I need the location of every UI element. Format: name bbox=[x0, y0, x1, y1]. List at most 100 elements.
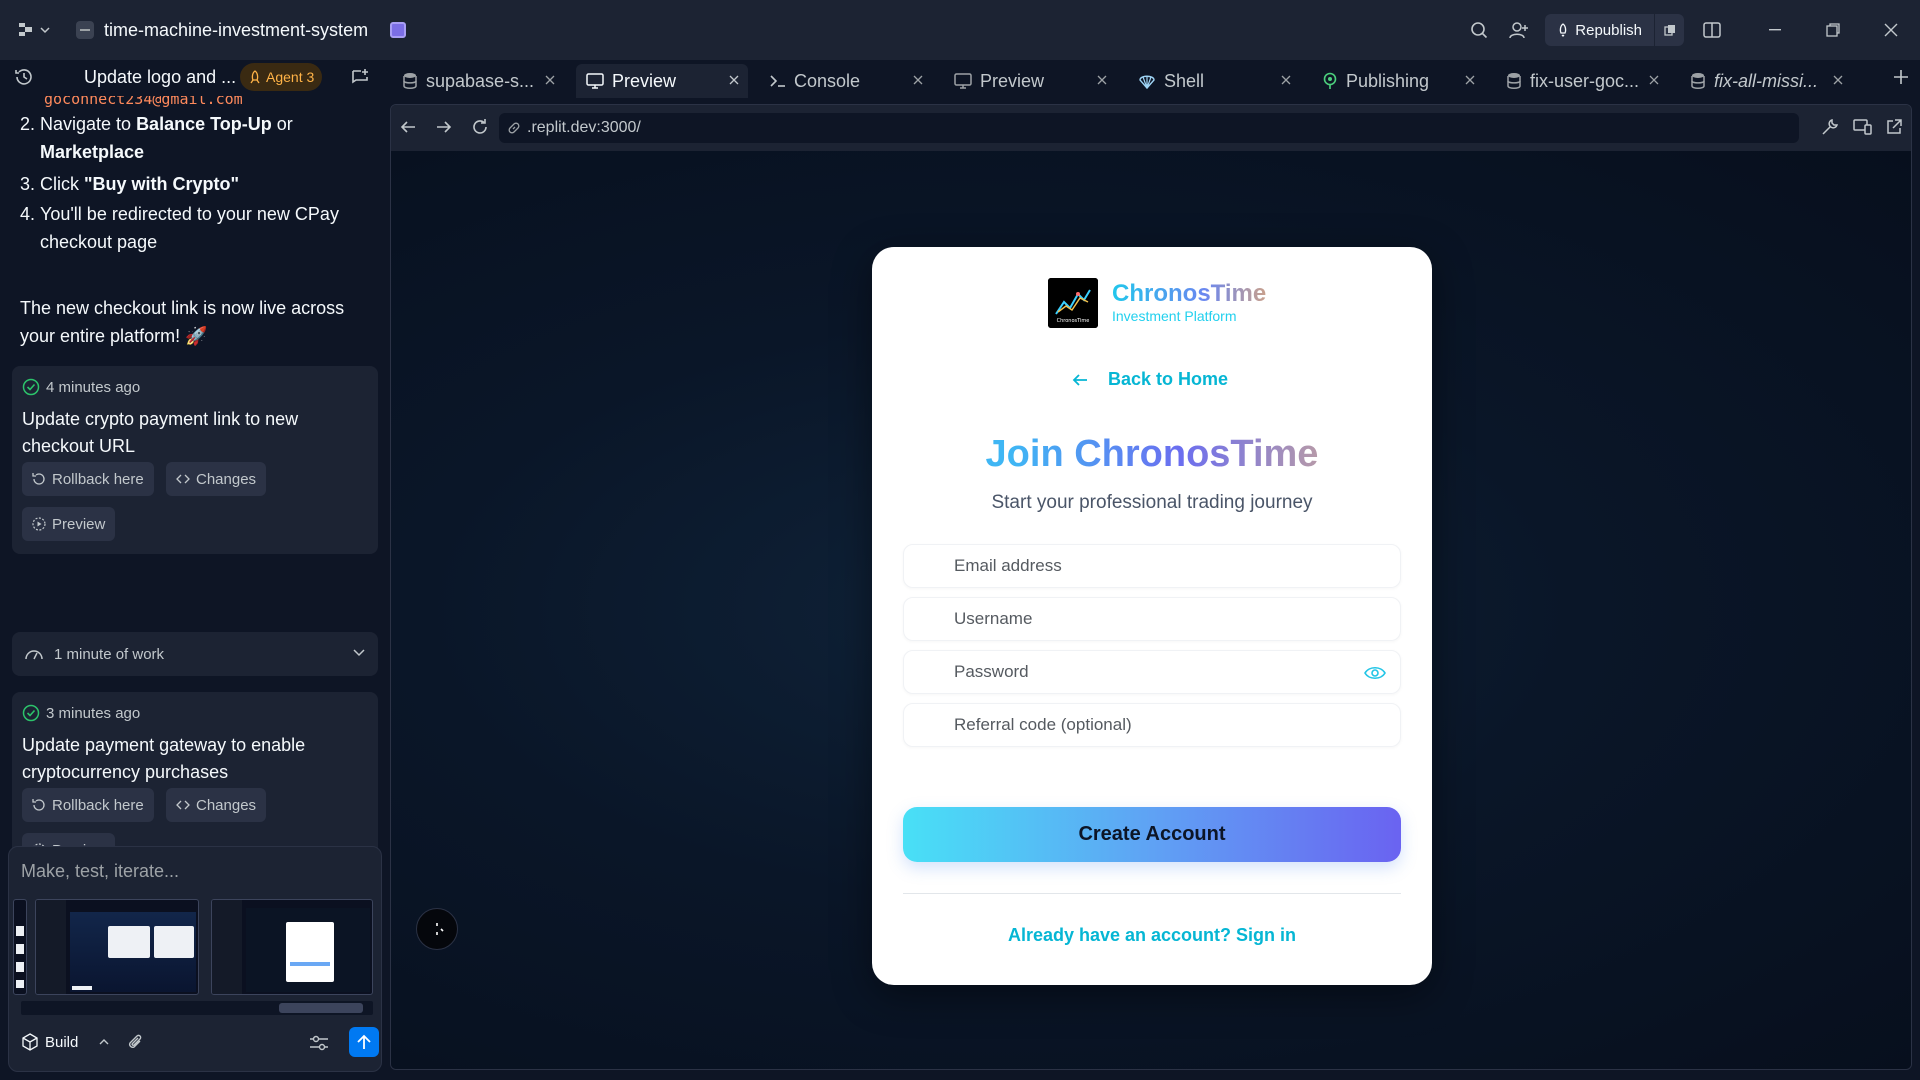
replit-menu-button[interactable] bbox=[18, 22, 50, 38]
device-preview-icon[interactable] bbox=[1853, 118, 1873, 136]
thumbnail-scrollbar[interactable] bbox=[21, 1001, 373, 1015]
sign-in-link[interactable]: Already have an account? Sign in bbox=[872, 925, 1432, 946]
chat-composer[interactable]: Make, test, iterate... Build bbox=[8, 846, 382, 1072]
send-button[interactable] bbox=[349, 1027, 379, 1057]
tab-console[interactable]: Console bbox=[760, 64, 932, 98]
create-account-button[interactable]: Create Account bbox=[903, 807, 1401, 862]
close-icon bbox=[913, 75, 923, 85]
rollback-button[interactable]: Rollback here bbox=[22, 788, 154, 822]
close-window-button[interactable] bbox=[1862, 0, 1920, 60]
tab-supabase[interactable]: supabase-s... bbox=[392, 64, 564, 98]
changes-button[interactable]: Changes bbox=[166, 462, 267, 496]
back-arrow-icon[interactable] bbox=[399, 118, 417, 136]
screenshot-thumbnail[interactable] bbox=[35, 899, 199, 995]
close-icon bbox=[1465, 75, 1475, 85]
agent-rocket-icon bbox=[250, 70, 260, 84]
database-icon bbox=[1507, 73, 1521, 89]
signup-card: ChronosTime ChronosTime Investment Platf… bbox=[872, 247, 1432, 985]
new-chat-icon[interactable] bbox=[350, 67, 370, 87]
work-summary-row[interactable]: 1 minute of work bbox=[12, 632, 378, 676]
brand-header: ChronosTime ChronosTime Investment Platf… bbox=[1048, 278, 1266, 328]
reload-icon[interactable] bbox=[471, 118, 489, 136]
password-field[interactable] bbox=[903, 650, 1401, 694]
terminal-icon bbox=[770, 75, 785, 87]
logo-wordmark: ChronosTime bbox=[1057, 318, 1090, 324]
monitor-icon bbox=[954, 73, 972, 89]
chat-scroll-area[interactable]: goconnect234@gmail.com 2. Navigate to Bal… bbox=[0, 96, 390, 886]
agent-version-badge[interactable]: Agent 3 bbox=[240, 63, 323, 91]
referral-input[interactable] bbox=[904, 704, 1400, 746]
email-field[interactable] bbox=[903, 544, 1401, 588]
screenshot-thumbnail[interactable] bbox=[13, 899, 27, 995]
loading-spinner-icon bbox=[436, 923, 444, 935]
invite-user-icon[interactable] bbox=[1499, 10, 1539, 50]
tab-preview[interactable]: Preview bbox=[944, 64, 1116, 98]
history-icon[interactable] bbox=[14, 67, 34, 87]
restore-icon bbox=[1826, 23, 1840, 37]
database-icon bbox=[1691, 73, 1705, 89]
checkpoint-card: 4 minutes ago Update crypto payment link… bbox=[12, 366, 378, 554]
cube-icon bbox=[22, 1033, 38, 1051]
speedometer-icon bbox=[25, 650, 43, 660]
password-input[interactable] bbox=[904, 651, 1400, 693]
tab-fix-all[interactable]: fix-all-missi... bbox=[1680, 64, 1852, 98]
new-tab-plus-icon[interactable] bbox=[1892, 68, 1910, 86]
floating-spinner-button[interactable] bbox=[416, 908, 458, 950]
devtools-wrench-icon[interactable] bbox=[1821, 118, 1839, 136]
chart-logo-icon: ChronosTime bbox=[1048, 278, 1098, 328]
rollback-icon bbox=[32, 799, 45, 811]
title-bar: time-machine-investment-system Republish bbox=[0, 0, 1920, 60]
changes-button[interactable]: Changes bbox=[166, 788, 267, 822]
open-external-icon[interactable] bbox=[1885, 118, 1903, 136]
rollback-button[interactable]: Rollback here bbox=[22, 462, 154, 496]
minimize-button[interactable] bbox=[1746, 0, 1804, 60]
republish-button[interactable]: Republish bbox=[1545, 14, 1654, 46]
split-layout-icon[interactable] bbox=[1692, 10, 1732, 50]
attach-icon[interactable] bbox=[127, 1034, 145, 1052]
build-mode-button[interactable]: Build bbox=[21, 1033, 110, 1051]
checkpoint-text: Update crypto payment link to new checko… bbox=[22, 409, 299, 456]
checkpoint-preview-button[interactable]: Preview bbox=[22, 507, 116, 541]
copy-icon bbox=[1663, 25, 1675, 36]
preview-viewport: ChronosTime ChronosTime Investment Platf… bbox=[391, 151, 1911, 1069]
preview-pane: .replit.dev:3000/ ChronosTime ChronosTim… bbox=[390, 104, 1912, 1070]
minimize-icon bbox=[1769, 29, 1781, 31]
chevron-up-icon bbox=[99, 1039, 109, 1045]
checkpoint-text: Update payment gateway to enable cryptoc… bbox=[22, 735, 306, 782]
restore-button[interactable] bbox=[1804, 0, 1862, 60]
tab-publishing[interactable]: Publishing bbox=[1312, 64, 1484, 98]
project-name: time-machine-investment-system bbox=[104, 19, 369, 40]
username-field[interactable] bbox=[903, 597, 1401, 641]
republish-options-button[interactable] bbox=[1654, 14, 1684, 46]
link-icon bbox=[508, 122, 520, 134]
monitor-icon bbox=[586, 73, 604, 89]
tab-fix-user[interactable]: fix-user-goc... bbox=[1496, 64, 1668, 98]
publishing-icon bbox=[1323, 72, 1337, 89]
project-selector[interactable]: time-machine-investment-system bbox=[76, 19, 407, 41]
screenshot-thumbnail[interactable] bbox=[211, 899, 373, 995]
referral-field[interactable] bbox=[903, 703, 1401, 747]
signup-subtitle: Start your professional trading journey bbox=[991, 492, 1313, 513]
project-avatar-icon bbox=[76, 21, 94, 39]
rocket-icon bbox=[1560, 23, 1567, 37]
email-fragment: goconnect234@gmail.com bbox=[44, 96, 243, 108]
eye-icon[interactable] bbox=[1364, 665, 1386, 681]
forward-arrow-icon[interactable] bbox=[435, 118, 453, 136]
tab-preview-active[interactable]: Preview bbox=[576, 64, 748, 98]
workspace-tabbar: supabase-s... Preview Console Preview Sh… bbox=[390, 60, 1920, 100]
username-input[interactable] bbox=[904, 598, 1400, 640]
search-icon[interactable] bbox=[1459, 10, 1499, 50]
project-status-badge[interactable] bbox=[390, 22, 407, 38]
close-icon bbox=[1649, 75, 1659, 85]
shell-icon bbox=[1139, 75, 1155, 90]
composer-input[interactable]: Make, test, iterate... bbox=[21, 861, 179, 882]
chevron-down-icon bbox=[353, 649, 365, 657]
settings-sliders-icon[interactable] bbox=[309, 1034, 329, 1052]
back-to-home-link[interactable]: Back to Home bbox=[1072, 369, 1228, 390]
close-icon bbox=[545, 75, 555, 85]
url-input[interactable]: .replit.dev:3000/ bbox=[499, 113, 1799, 143]
arrow-left-icon bbox=[1072, 373, 1087, 386]
chat-title[interactable]: Update logo and ... bbox=[84, 67, 236, 88]
email-input[interactable] bbox=[904, 545, 1400, 587]
tab-shell[interactable]: Shell bbox=[1128, 64, 1300, 98]
